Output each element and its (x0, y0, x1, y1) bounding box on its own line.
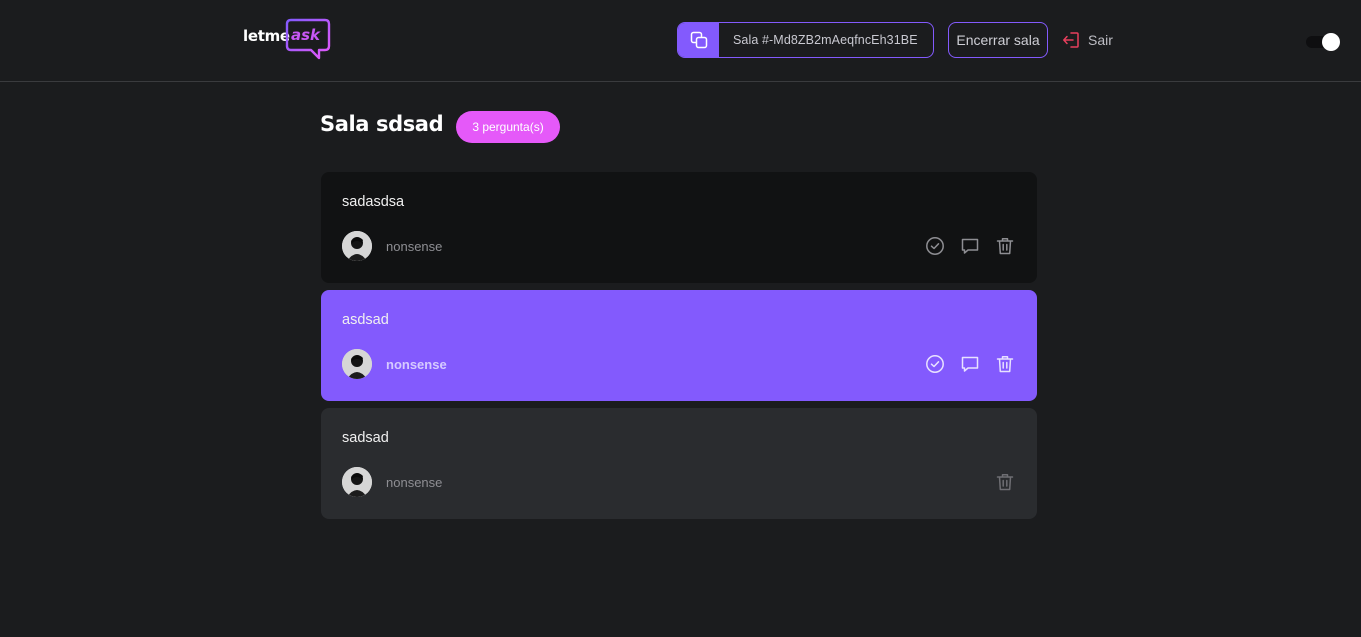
room-code-text: Sala #-Md8ZB2mAeqfncEh31BE (733, 33, 918, 47)
close-room-button[interactable]: Encerrar sala (948, 22, 1048, 58)
question-card-highlighted: asdsad nonsense (321, 290, 1037, 401)
question-author: nonsense (342, 467, 442, 497)
room-title: Sala sdsad (320, 112, 444, 136)
top-header: letme ask Sala #-Md8ZB2mAeqfncEh31BE Enc… (0, 0, 1361, 82)
avatar (342, 349, 372, 379)
trash-icon[interactable] (994, 236, 1015, 257)
question-actions (924, 354, 1015, 375)
copy-room-code-button[interactable]: Sala #-Md8ZB2mAeqfncEh31BE (677, 22, 934, 58)
question-card-answered: sadsad nonsense (321, 408, 1037, 519)
toggle-knob (1322, 33, 1340, 51)
logout-icon (1063, 32, 1079, 48)
check-circle-icon[interactable] (924, 354, 945, 375)
question-text: asdsad (342, 312, 389, 328)
question-card: sadasdsa nonsense (321, 172, 1037, 283)
question-author: nonsense (342, 349, 447, 379)
question-author: nonsense (342, 231, 442, 261)
avatar (342, 467, 372, 497)
author-name: nonsense (386, 356, 447, 372)
question-actions (924, 236, 1015, 257)
check-circle-icon[interactable] (924, 236, 945, 257)
copy-icon-box (678, 23, 719, 57)
trash-icon[interactable] (994, 472, 1015, 493)
comment-icon[interactable] (959, 236, 980, 257)
question-actions (994, 472, 1015, 493)
question-footer: nonsense (342, 467, 1015, 497)
logo-text-letme: letme (243, 27, 290, 45)
theme-toggle[interactable] (1306, 33, 1342, 51)
question-text: sadasdsa (342, 194, 405, 210)
trash-icon[interactable] (994, 354, 1015, 375)
logo-text-ask: ask (291, 26, 321, 44)
author-name: nonsense (386, 474, 443, 490)
author-name: nonsense (386, 238, 443, 254)
logout-button[interactable]: Sair (1062, 30, 1113, 50)
question-count-badge: 3 pergunta(s) (456, 111, 560, 143)
logout-label: Sair (1088, 32, 1113, 48)
question-text: sadsad (342, 430, 389, 446)
question-footer: nonsense (342, 349, 1015, 379)
comment-icon[interactable] (959, 354, 980, 375)
avatar (342, 231, 372, 261)
copy-icon (690, 31, 707, 49)
question-footer: nonsense (342, 231, 1015, 261)
letmeask-logo[interactable]: letme ask (243, 18, 333, 62)
